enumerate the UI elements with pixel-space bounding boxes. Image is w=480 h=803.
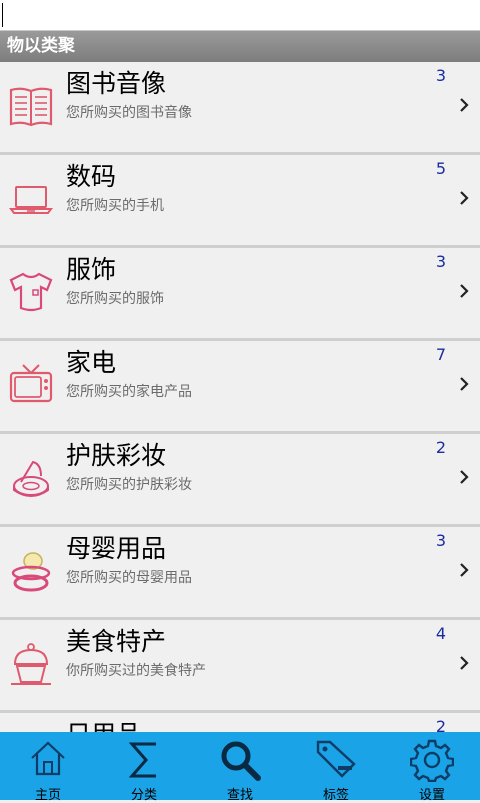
pacifier-icon [11, 552, 51, 592]
tab-label: 分类 [130, 788, 157, 803]
category-subtitle: 您所购买的家电产品 [66, 384, 192, 400]
tab-settings[interactable]: 设置 [384, 732, 480, 803]
category-title: 护肤彩妆 [66, 441, 167, 470]
category-title: 家电 [66, 348, 117, 377]
search-icon [221, 741, 261, 781]
category-title: 服饰 [66, 255, 117, 284]
category-row-food[interactable]: 美食特产 你所购买过的美食特产 4 [0, 620, 480, 713]
section-header: 物以类聚 [0, 31, 480, 62]
tag-icon [316, 740, 356, 778]
category-count: 2 [435, 438, 446, 457]
tv-icon [9, 364, 53, 403]
category-count: 3 [435, 66, 446, 85]
search-input[interactable] [0, 0, 480, 31]
category-row-digital[interactable]: 数码 您所购买的手机 5 [0, 155, 480, 248]
tab-label: 主页 [34, 788, 61, 803]
chevron-right-icon [460, 656, 469, 670]
tab-home[interactable]: 主页 [0, 732, 96, 803]
category-title: 母婴用品 [66, 534, 167, 563]
category-row-appliances[interactable]: 家电 您所购买的家电产品 7 [0, 341, 480, 434]
sigma-icon [128, 742, 156, 778]
category-count: 7 [435, 345, 446, 364]
category-subtitle: 您所购买的图书音像 [66, 105, 192, 121]
category-count: 4 [435, 624, 446, 643]
category-title: 数码 [66, 162, 117, 191]
chevron-right-icon [460, 470, 469, 484]
tab-label: 标签 [322, 788, 349, 803]
category-subtitle: 您所购买的母婴用品 [66, 570, 192, 586]
category-subtitle: 您所购买的手机 [66, 198, 164, 214]
category-row-cosmetics[interactable]: 护肤彩妆 您所购买的护肤彩妆 2 [0, 434, 480, 527]
tab-category[interactable]: 分类 [96, 732, 192, 803]
category-count: 2 [435, 717, 446, 732]
category-row-apparel[interactable]: 服饰 您所购买的服饰 3 [0, 248, 480, 341]
tab-search[interactable]: 查找 [192, 732, 288, 803]
category-title: 美食特产 [66, 627, 167, 656]
book-icon [9, 87, 53, 127]
laptop-icon [9, 186, 53, 214]
category-title: 图书音像 [66, 69, 167, 98]
chevron-right-icon [460, 191, 469, 205]
category-row-baby[interactable]: 母婴用品 您所购买的母婴用品 3 [0, 527, 480, 620]
gear-icon [410, 739, 454, 782]
category-subtitle: 你所购买过的美食特产 [66, 663, 206, 679]
text-cursor [2, 3, 3, 27]
category-count: 5 [435, 159, 446, 178]
category-row-books[interactable]: 图书音像 您所购买的图书音像 3 [0, 62, 480, 155]
tab-label: 设置 [418, 788, 445, 803]
onesie-icon [9, 272, 53, 312]
chevron-right-icon [460, 284, 469, 298]
category-count: 3 [435, 252, 446, 271]
bottom-tab-bar: 主页 分类 查找 标签 设置 [0, 732, 480, 803]
chevron-right-icon [460, 98, 469, 112]
category-row-daily[interactable]: 日用品 2 [0, 713, 480, 732]
category-title: 日用品 [66, 715, 141, 732]
compact-icon [13, 460, 49, 497]
category-subtitle: 您所购买的服饰 [66, 291, 164, 307]
category-list[interactable]: 图书音像 您所购买的图书音像 3 数码 您所购买的手机 5 服饰 您所购买的服饰… [0, 62, 480, 732]
tab-label: 查找 [226, 788, 253, 803]
category-count: 3 [435, 531, 446, 550]
category-subtitle: 您所购买的护肤彩妆 [66, 477, 192, 493]
home-icon [31, 741, 65, 776]
chevron-right-icon [460, 377, 469, 391]
tab-tags[interactable]: 标签 [288, 732, 384, 803]
chevron-right-icon [460, 563, 469, 577]
cupcake-icon [11, 643, 51, 685]
